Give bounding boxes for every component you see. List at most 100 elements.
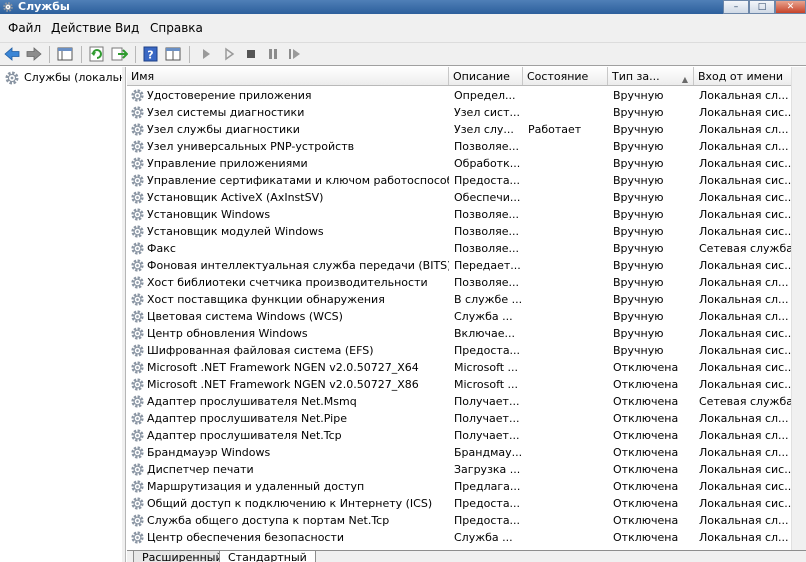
service-state	[528, 257, 606, 274]
service-gear-icon	[131, 225, 144, 238]
table-row[interactable]: Установщик ActiveX (AxInstSV) Обеспечи...…	[127, 189, 806, 206]
table-row[interactable]: Microsoft .NET Framework NGEN v2.0.50727…	[127, 376, 806, 393]
table-row[interactable]: Адаптер прослушивателя Net.Msmq Получает.…	[127, 393, 806, 410]
service-logon-as: Локальная сис...	[699, 378, 795, 391]
table-row[interactable]: Узел универсальных PNP-устройств Позволяе…	[127, 138, 806, 155]
table-row[interactable]: Центр обеспечения безопасности Служба ...…	[127, 529, 806, 546]
table-row[interactable]: Адаптер прослушивателя Net.Pipe Получает.…	[127, 410, 806, 427]
service-name: Фоновая интеллектуальная служба передачи…	[147, 259, 449, 272]
column-header-logon-as[interactable]: Вход от имени	[694, 67, 806, 85]
service-name: Установщик ActiveX (AxInstSV)	[147, 191, 324, 204]
service-logon-as: Локальная сл...	[699, 412, 789, 425]
service-gear-icon	[131, 514, 144, 527]
table-row[interactable]: Брандмауэр Windows Брандмау... Отключена Ло…	[127, 444, 806, 461]
table-row[interactable]: Управление приложениями Обработк... Вручну…	[127, 155, 806, 172]
service-logon-as: Сетевая служба	[699, 242, 793, 255]
service-logon-as: Локальная сл...	[699, 140, 789, 153]
back-icon[interactable]	[3, 46, 21, 62]
tab-standard[interactable]: Стандартный	[219, 551, 316, 562]
table-row[interactable]: Диспетчер печати Загрузка ... Отключена Лок…	[127, 461, 806, 478]
service-startup-type: Отключена	[613, 446, 679, 459]
service-logon-as: Локальная сис...	[699, 174, 795, 187]
service-description: Позволяе...	[454, 276, 519, 289]
start-service-icon[interactable]	[197, 46, 215, 62]
help-icon[interactable]: ?	[142, 46, 160, 62]
service-logon-as: Локальная сис...	[699, 225, 795, 238]
stop-service-icon[interactable]	[242, 46, 260, 62]
service-logon-as: Локальная сис...	[699, 259, 795, 272]
toolbar-separator	[81, 46, 82, 63]
service-state	[528, 308, 606, 325]
menu-help[interactable]: Справка	[150, 21, 203, 35]
service-state	[528, 155, 606, 172]
table-row[interactable]: Шифрованная файловая система (EFS) Предос…	[127, 342, 806, 359]
service-name: Центр обновления Windows	[147, 327, 308, 340]
table-row[interactable]: Факс Позволяе... Вручную Сетевая служба	[127, 240, 806, 257]
column-header-name[interactable]: Имя	[127, 67, 449, 85]
table-row[interactable]: Общий доступ к подключению к Интернету (…	[127, 495, 806, 512]
table-row[interactable]: Управление сертификатами и ключом работо…	[127, 172, 806, 189]
table-row[interactable]: Хост поставщика функции обнаружения В слу…	[127, 291, 806, 308]
service-description: Узел слу...	[454, 123, 514, 136]
properties-icon[interactable]	[164, 46, 182, 62]
service-name: Microsoft .NET Framework NGEN v2.0.50727…	[147, 361, 419, 374]
service-name: Установщик Windows	[147, 208, 271, 221]
service-gear-icon	[131, 497, 144, 510]
service-name: Адаптер прослушивателя Net.Pipe	[147, 412, 347, 425]
table-row[interactable]: Фоновая интеллектуальная служба передачи…	[127, 257, 806, 274]
service-name: Цветовая система Windows (WCS)	[147, 310, 343, 323]
service-gear-icon	[131, 310, 144, 323]
console-tree-icon[interactable]	[56, 46, 74, 62]
pause-service-icon[interactable]	[264, 46, 282, 62]
tab-extended[interactable]: Расширенный	[133, 551, 232, 562]
service-state	[528, 172, 606, 189]
menu-file[interactable]: Файл	[8, 21, 41, 35]
close-button[interactable]: ✕	[775, 0, 806, 14]
service-description: Предоста...	[454, 344, 521, 357]
column-header-description[interactable]: Описание	[449, 67, 523, 85]
column-header-startup-type[interactable]: Тип за... ▲	[608, 67, 694, 85]
service-logon-as: Локальная сис...	[699, 361, 795, 374]
table-row[interactable]: Узел службы диагностики Узел слу... Работа…	[127, 121, 806, 138]
menu-view[interactable]: Вид	[115, 21, 139, 35]
table-row[interactable]: Microsoft .NET Framework NGEN v2.0.50727…	[127, 359, 806, 376]
table-row[interactable]: Узел системы диагностики Узел сист... Вруч…	[127, 104, 806, 121]
window-title: Службы	[18, 0, 70, 13]
view-tabs: Расширенный Стандартный	[127, 550, 806, 562]
table-row[interactable]: Хост библиотеки счетчика производительно…	[127, 274, 806, 291]
title-bar: Службы – □ ✕	[0, 0, 806, 14]
table-row[interactable]: Маршрутизация и удаленный доступ Предлага…	[127, 478, 806, 495]
svg-text:?: ?	[147, 49, 153, 62]
service-description: Служба ...	[454, 310, 513, 323]
table-row[interactable]: Установщик модулей Windows Позволяе... Вру…	[127, 223, 806, 240]
table-row[interactable]: Удостоверение приложения Определ... Вручну…	[127, 87, 806, 104]
restart-service-icon[interactable]	[286, 46, 304, 62]
service-description: Обеспечи...	[454, 191, 521, 204]
vertical-scrollbar[interactable]	[791, 67, 806, 550]
pane-splitter[interactable]	[122, 67, 126, 562]
column-header-label: Тип за...	[612, 70, 660, 83]
maximize-button[interactable]: □	[749, 0, 775, 14]
service-logon-as: Локальная сл...	[699, 446, 789, 459]
service-gear-icon	[131, 378, 144, 391]
table-row[interactable]: Адаптер прослушивателя Net.Tcp Получает..…	[127, 427, 806, 444]
start-service-alt-icon[interactable]	[220, 46, 238, 62]
service-logon-as: Локальная сл...	[699, 310, 789, 323]
menu-action[interactable]: Действие	[51, 21, 111, 35]
refresh-icon[interactable]	[88, 46, 106, 62]
service-description: Предоста...	[454, 174, 521, 187]
table-row[interactable]: Установщик Windows Позволяе... Вручную Лока…	[127, 206, 806, 223]
column-header-label: Описание	[453, 70, 510, 83]
service-name: Microsoft .NET Framework NGEN v2.0.50727…	[147, 378, 419, 391]
export-list-icon[interactable]	[110, 46, 128, 62]
column-header-state[interactable]: Состояние	[523, 67, 608, 85]
service-state	[528, 478, 606, 495]
table-row[interactable]: Цветовая система Windows (WCS) Служба ...…	[127, 308, 806, 325]
forward-icon[interactable]	[25, 46, 43, 62]
minimize-button[interactable]: –	[723, 0, 749, 14]
table-row[interactable]: Центр обновления Windows Включае... Вручну…	[127, 325, 806, 342]
service-logon-as: Локальная сл...	[699, 276, 789, 289]
service-description: Служба ...	[454, 531, 513, 544]
service-name: Хост поставщика функции обнаружения	[147, 293, 385, 306]
table-row[interactable]: Служба общего доступа к портам Net.Tcp Пр…	[127, 512, 806, 529]
